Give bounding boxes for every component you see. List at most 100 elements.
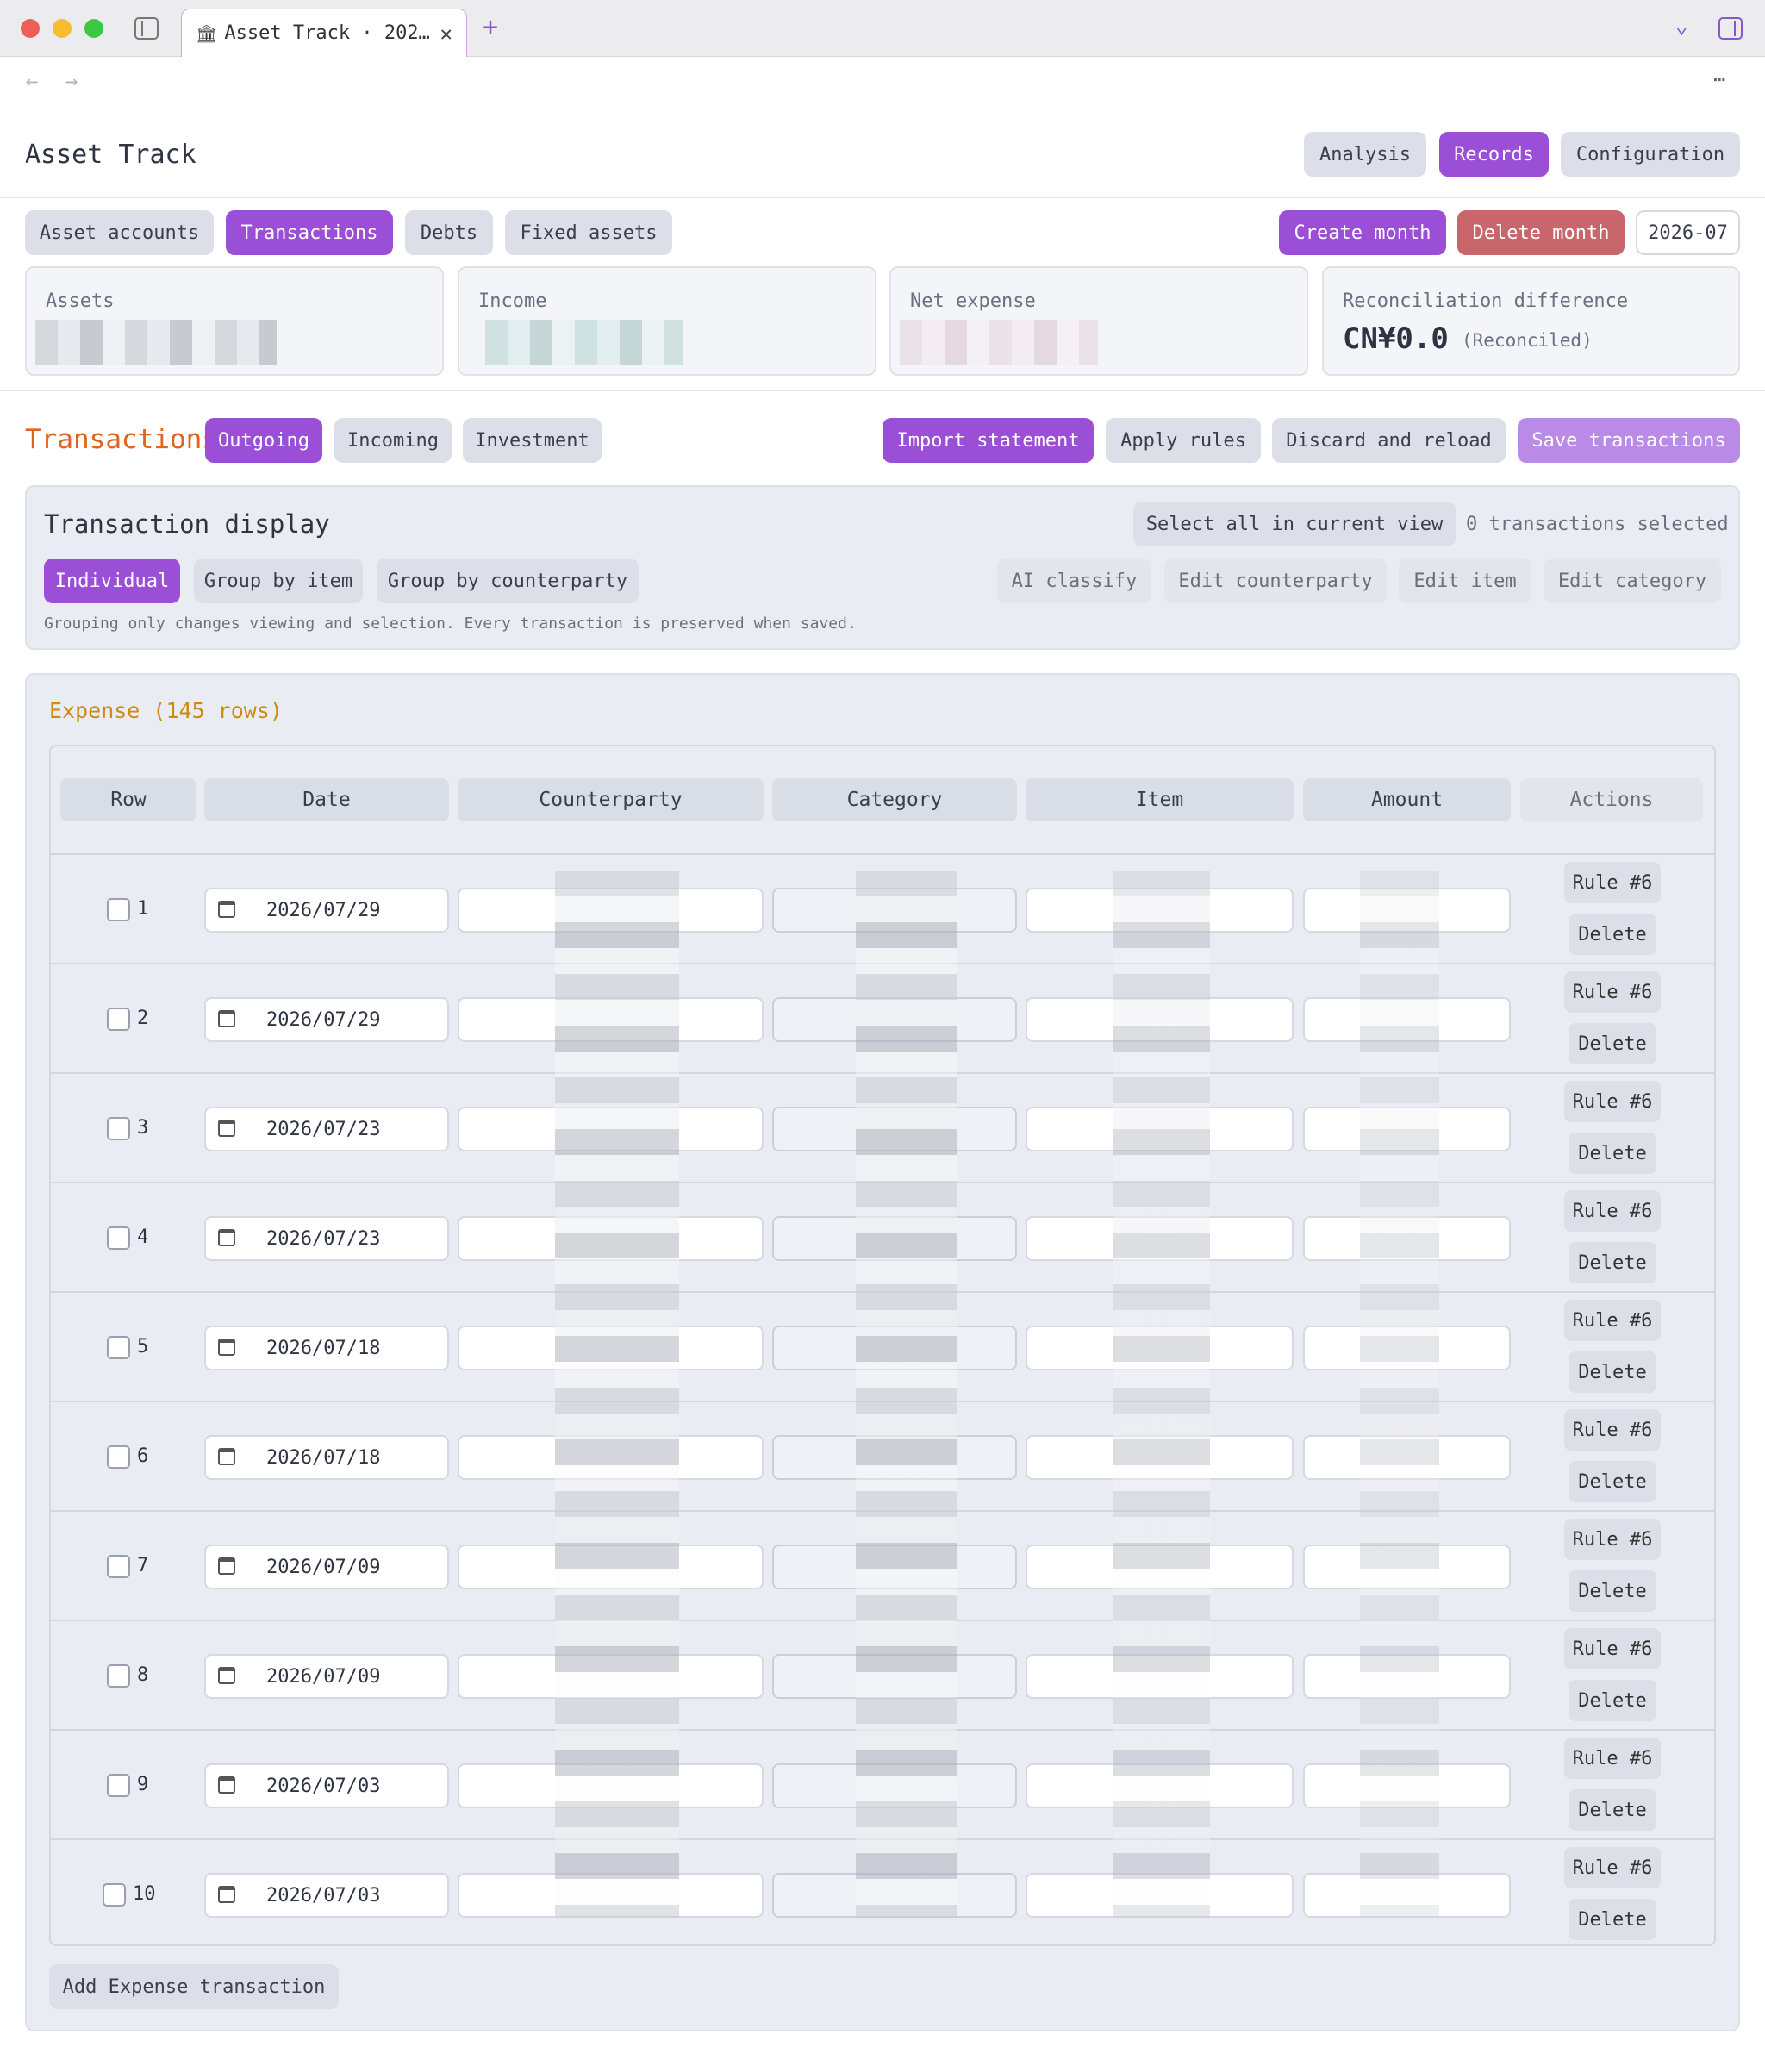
- apply-rules-button[interactable]: Apply rules: [1106, 418, 1261, 463]
- calendar-icon[interactable]: [218, 1120, 235, 1137]
- mode-individual[interactable]: Individual: [44, 559, 180, 603]
- delete-row-button[interactable]: Delete: [1569, 1570, 1656, 1612]
- delete-row-button[interactable]: Delete: [1569, 1242, 1656, 1283]
- tab-incoming[interactable]: Incoming: [334, 418, 452, 463]
- date-input[interactable]: 2026/07/18: [204, 1435, 449, 1480]
- subnav-asset-accounts[interactable]: Asset accounts: [25, 210, 214, 255]
- row-checkbox[interactable]: [107, 1555, 130, 1578]
- row-number: 4: [137, 1226, 149, 1248]
- date-input[interactable]: 2026/07/03: [204, 1873, 449, 1918]
- delete-row-button[interactable]: Delete: [1569, 914, 1656, 955]
- month-picker[interactable]: 2026-07: [1636, 210, 1740, 255]
- rule-button[interactable]: Rule #6: [1564, 971, 1661, 1013]
- row-checkbox[interactable]: [107, 1117, 130, 1140]
- col-actions: Actions: [1520, 778, 1703, 821]
- maximize-window-button[interactable]: [84, 19, 103, 38]
- col-category[interactable]: Category: [772, 778, 1017, 821]
- rule-button[interactable]: Rule #6: [1564, 1847, 1661, 1888]
- date-input[interactable]: 2026/07/09: [204, 1654, 449, 1699]
- close-tab-icon[interactable]: ✕: [440, 22, 452, 46]
- nav-records[interactable]: Records: [1439, 132, 1549, 177]
- rule-button[interactable]: Rule #6: [1564, 1519, 1661, 1560]
- delete-row-button[interactable]: Delete: [1569, 1899, 1656, 1940]
- delete-row-button[interactable]: Delete: [1569, 1133, 1656, 1174]
- delete-row-button[interactable]: Delete: [1569, 1351, 1656, 1393]
- forward-icon[interactable]: →: [65, 69, 78, 93]
- discard-reload-button[interactable]: Discard and reload: [1272, 418, 1506, 463]
- date-input[interactable]: 2026/07/09: [204, 1545, 449, 1589]
- row-checkbox[interactable]: [107, 1226, 130, 1250]
- edit-counterparty-button[interactable]: Edit counterparty: [1164, 559, 1387, 603]
- rule-button[interactable]: Rule #6: [1564, 1738, 1661, 1779]
- import-statement-button[interactable]: Import statement: [882, 418, 1094, 463]
- calendar-icon[interactable]: [218, 1557, 235, 1575]
- new-tab-icon[interactable]: +: [483, 12, 498, 42]
- delete-row-button[interactable]: Delete: [1569, 1680, 1656, 1721]
- split-view-icon[interactable]: [1718, 17, 1743, 40]
- rule-button[interactable]: Rule #6: [1564, 1190, 1661, 1232]
- nav-configuration[interactable]: Configuration: [1561, 132, 1740, 177]
- mode-group-by-counterparty[interactable]: Group by counterparty: [377, 559, 639, 603]
- row-number: 1: [137, 898, 149, 920]
- col-date[interactable]: Date: [204, 778, 449, 821]
- delete-row-button[interactable]: Delete: [1569, 1461, 1656, 1502]
- calendar-icon[interactable]: [218, 1886, 235, 1903]
- back-icon[interactable]: ←: [26, 69, 38, 93]
- row-number: 2: [137, 1008, 149, 1029]
- mode-group-by-item[interactable]: Group by item: [194, 559, 363, 603]
- date-input[interactable]: 2026/07/18: [204, 1326, 449, 1370]
- delete-row-button[interactable]: Delete: [1569, 1789, 1656, 1831]
- row-checkbox[interactable]: [107, 898, 130, 921]
- rule-button[interactable]: Rule #6: [1564, 1628, 1661, 1669]
- row-checkbox[interactable]: [103, 1883, 126, 1907]
- minimize-window-button[interactable]: [53, 19, 72, 38]
- calendar-icon[interactable]: [218, 1229, 235, 1246]
- app-title: Asset Track: [25, 140, 196, 170]
- sidebar-toggle-icon[interactable]: [134, 17, 159, 40]
- date-input[interactable]: 2026/07/03: [204, 1763, 449, 1808]
- calendar-icon[interactable]: [218, 1339, 235, 1356]
- save-transactions-button[interactable]: Save transactions: [1518, 418, 1740, 463]
- col-amount[interactable]: Amount: [1303, 778, 1511, 821]
- delete-row-button[interactable]: Delete: [1569, 1023, 1656, 1064]
- nav-analysis[interactable]: Analysis: [1304, 132, 1426, 177]
- close-window-button[interactable]: [21, 19, 40, 38]
- calendar-icon[interactable]: [218, 901, 235, 918]
- create-month-button[interactable]: Create month: [1279, 210, 1446, 255]
- delete-month-button[interactable]: Delete month: [1457, 210, 1625, 255]
- row-checkbox[interactable]: [107, 1008, 130, 1031]
- edit-category-button[interactable]: Edit category: [1544, 559, 1721, 603]
- calendar-icon[interactable]: [218, 1667, 235, 1684]
- date-input[interactable]: 2026/07/29: [204, 888, 449, 933]
- add-expense-button[interactable]: Add Expense transaction: [49, 1964, 339, 2009]
- ai-classify-button[interactable]: AI classify: [997, 559, 1151, 603]
- calendar-icon[interactable]: [218, 1776, 235, 1794]
- row-checkbox[interactable]: [107, 1774, 130, 1797]
- more-icon[interactable]: ⋯: [1713, 67, 1725, 91]
- rule-button[interactable]: Rule #6: [1564, 1081, 1661, 1122]
- col-counterparty[interactable]: Counterparty: [458, 778, 764, 821]
- rule-button[interactable]: Rule #6: [1564, 862, 1661, 903]
- calendar-icon[interactable]: [218, 1448, 235, 1465]
- select-all-button[interactable]: Select all in current view: [1133, 502, 1456, 546]
- bank-icon: 🏛: [196, 22, 218, 44]
- subnav-debts[interactable]: Debts: [405, 210, 493, 255]
- chevron-down-icon[interactable]: ⌄: [1675, 14, 1687, 38]
- row-checkbox[interactable]: [107, 1445, 130, 1469]
- tab-investment[interactable]: Investment: [463, 418, 602, 463]
- col-item[interactable]: Item: [1026, 778, 1294, 821]
- date-input[interactable]: 2026/07/29: [204, 997, 449, 1042]
- browser-tab[interactable]: 🏛 Asset Track · 202… ✕: [181, 9, 467, 57]
- subnav-fixed-assets[interactable]: Fixed assets: [505, 210, 672, 255]
- calendar-icon[interactable]: [218, 1010, 235, 1027]
- redacted-counterparty-column: [555, 871, 679, 1918]
- date-input[interactable]: 2026/07/23: [204, 1107, 449, 1151]
- edit-item-button[interactable]: Edit item: [1399, 559, 1531, 603]
- row-checkbox[interactable]: [107, 1336, 130, 1359]
- date-input[interactable]: 2026/07/23: [204, 1216, 449, 1261]
- row-checkbox[interactable]: [107, 1664, 130, 1688]
- rule-button[interactable]: Rule #6: [1564, 1300, 1661, 1341]
- subnav-transactions[interactable]: Transactions: [226, 210, 393, 255]
- tab-outgoing[interactable]: Outgoing: [205, 418, 322, 463]
- rule-button[interactable]: Rule #6: [1564, 1409, 1661, 1451]
